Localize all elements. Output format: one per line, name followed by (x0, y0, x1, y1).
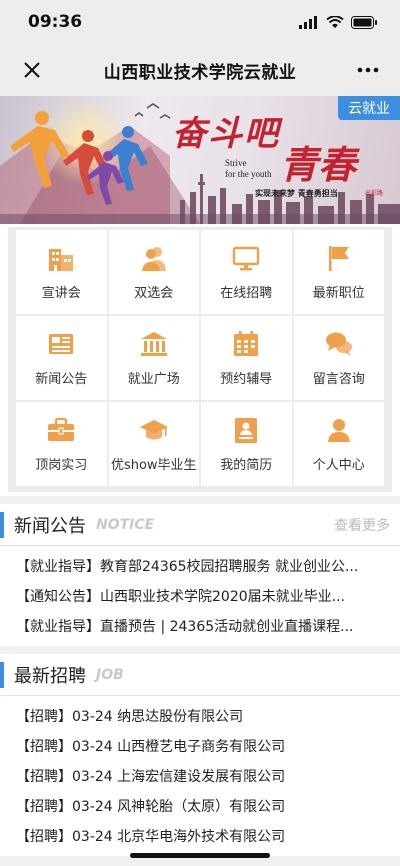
banner-slogan-a: 奋斗吧 (172, 114, 280, 154)
battery-icon (351, 15, 377, 29)
nav-bar: 山西职业技术学院云就业 (0, 44, 400, 96)
job-item[interactable]: 【招聘】03-24 山西橙艺电子商务有限公司 (16, 732, 388, 762)
banner-motto: 实现未来梦 青春勇担当 (255, 189, 338, 198)
close-button[interactable] (18, 56, 46, 84)
news-section: 新闻公告 NOTICE 查看更多 【就业指导】教育部24365校园招聘服务 就业… (0, 504, 400, 646)
banner-signature: 出彩路 (365, 190, 384, 197)
close-icon (24, 62, 40, 78)
more-icon (357, 67, 379, 73)
section-accent-bar (0, 661, 4, 688)
newspaper-icon (49, 334, 74, 354)
news-section-header: 新闻公告 NOTICE 查看更多 (0, 504, 400, 546)
menu-item-appointment[interactable]: 预约辅导 (201, 316, 292, 400)
menu-item-label: 在线招聘 (220, 286, 273, 301)
menu-grid-wrapper: 宣讲会 双选会 在线招聘 最新职位 新闻公告 就业广场 预约辅导 留言咨询 顶岗… (0, 224, 400, 496)
menu-item-label: 留言咨询 (312, 372, 365, 387)
job-item[interactable]: 【招聘】03-24 纳思达股份有限公司 (16, 702, 388, 732)
more-button[interactable] (354, 56, 382, 84)
flag-icon (328, 246, 349, 271)
briefcase-icon (48, 417, 75, 441)
jobs-section-title: 最新招聘 (14, 665, 86, 687)
menu-item-personal-center[interactable]: 个人中心 (293, 402, 384, 486)
menu-item-label: 顶岗实习 (35, 458, 88, 473)
job-item[interactable]: 【招聘】03-24 风神轮胎（太原）有限公司 (16, 792, 388, 822)
news-section-title: 新闻公告 (14, 515, 86, 537)
section-accent-bar (0, 511, 4, 538)
signal-icon (299, 15, 317, 29)
users-icon (141, 247, 166, 271)
menu-item-label: 新闻公告 (35, 372, 88, 387)
status-time: 09:36 (28, 12, 83, 32)
menu-item-internship[interactable]: 顶岗实习 (16, 402, 107, 486)
news-item[interactable]: 【就业指导】直播预告 | 24365活动就创业直播课程... (16, 612, 388, 642)
home-indicator[interactable] (130, 853, 270, 858)
menu-item-news[interactable]: 新闻公告 (16, 316, 107, 400)
menu-item-label: 最新职位 (312, 286, 365, 301)
person-icon (327, 419, 350, 442)
menu-item-presentation[interactable]: 宣讲会 (16, 230, 107, 314)
monitor-icon (233, 246, 260, 271)
resume-icon (235, 418, 258, 443)
menu-item-online-recruit[interactable]: 在线招聘 (201, 230, 292, 314)
menu-item-latest-jobs[interactable]: 最新职位 (293, 230, 384, 314)
building-icon (49, 249, 74, 271)
menu-item-label: 优show毕业生 (110, 458, 197, 473)
menu-item-label: 我的简历 (220, 458, 273, 473)
menu-item-employment-square[interactable]: 就业广场 (108, 316, 199, 400)
news-list: 【就业指导】教育部24365校园招聘服务 就业创业公... 【通知公告】山西职业… (0, 546, 400, 646)
hero-banner[interactable]: 云就业 奋斗吧 青春 Strive for the youth 实现未来梦 青春… (0, 96, 400, 224)
job-item[interactable]: 【招聘】03-24 北京华电海外技术有限公司 (16, 822, 388, 852)
news-item[interactable]: 【通知公告】山西职业技术学院2020届未就业毕业... (16, 582, 388, 612)
news-section-title-en: NOTICE (96, 516, 155, 533)
status-icons (299, 15, 378, 29)
jobs-section-header: 最新招聘 JOB (0, 654, 400, 696)
calendar-icon (234, 331, 259, 356)
menu-item-label: 双选会 (134, 286, 174, 301)
jobs-list: 【招聘】03-24 纳思达股份有限公司 【招聘】03-24 山西橙艺电子商务有限… (0, 696, 400, 856)
view-more-link[interactable]: 查看更多 (334, 515, 390, 535)
page-title: 山西职业技术学院云就业 (103, 62, 297, 83)
menu-item-job-fair[interactable]: 双选会 (108, 230, 199, 314)
menu-grid: 宣讲会 双选会 在线招聘 最新职位 新闻公告 就业广场 预约辅导 留言咨询 顶岗… (8, 227, 392, 492)
wifi-icon (326, 15, 344, 28)
menu-item-label: 就业广场 (127, 372, 180, 387)
menu-item-message[interactable]: 留言咨询 (293, 316, 384, 400)
jobs-section-title-en: JOB (96, 666, 124, 683)
cloud-employment-badge: 云就业 (338, 96, 400, 120)
banner-slogan-b: 青春 (280, 142, 357, 187)
jobs-section: 最新招聘 JOB 【招聘】03-24 纳思达股份有限公司 【招聘】03-24 山… (0, 654, 400, 856)
graduation-cap-icon (139, 420, 168, 440)
menu-item-label: 预约辅导 (220, 372, 273, 387)
menu-item-label: 宣讲会 (41, 286, 81, 301)
chat-icon (325, 332, 352, 356)
menu-item-label: 个人中心 (312, 458, 365, 473)
bank-icon (140, 332, 167, 356)
menu-item-my-resume[interactable]: 我的简历 (201, 402, 292, 486)
banner-english: Strive for the youth (225, 158, 272, 179)
news-item[interactable]: 【就业指导】教育部24365校园招聘服务 就业创业公... (16, 552, 388, 582)
menu-item-graduate-show[interactable]: 优show毕业生 (108, 402, 199, 486)
status-bar: 09:36 (0, 0, 400, 44)
job-item[interactable]: 【招聘】03-24 上海宏信建设发展有限公司 (16, 762, 388, 792)
